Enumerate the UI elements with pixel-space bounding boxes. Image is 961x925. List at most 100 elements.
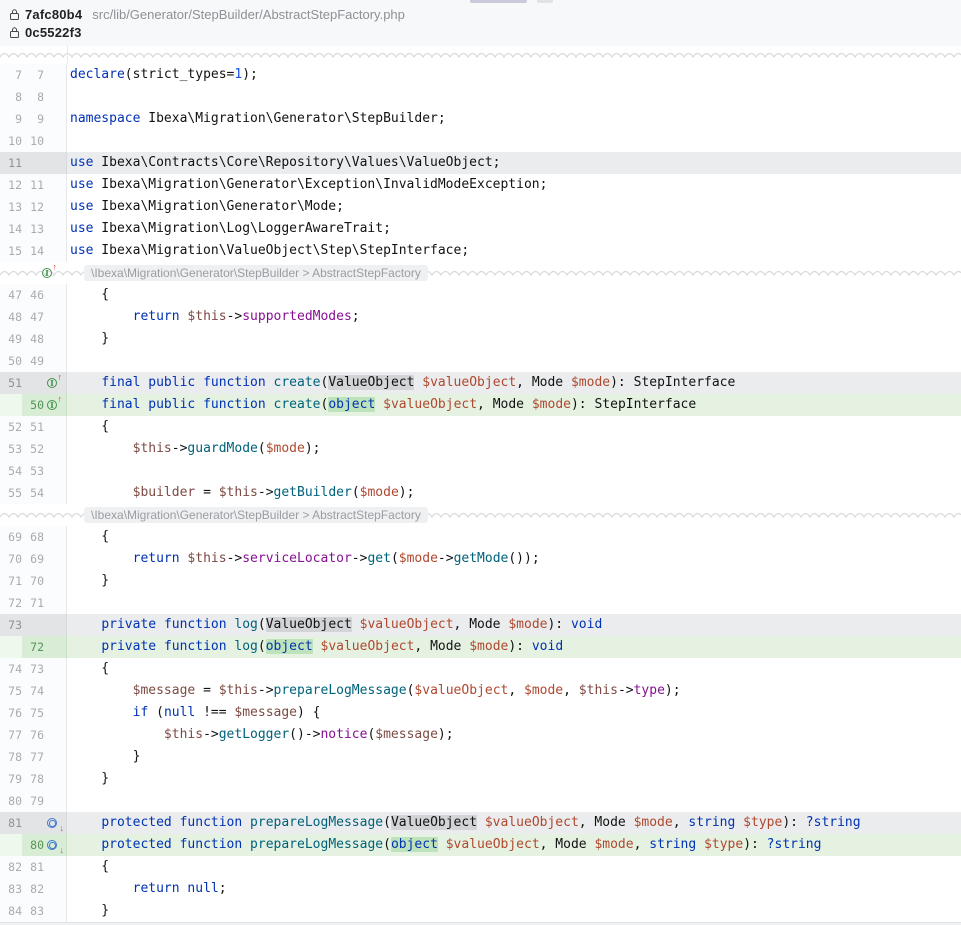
code-token: notice — [320, 727, 367, 742]
code-token — [70, 683, 133, 698]
line-number-old: 55 — [2, 486, 22, 500]
line-number-new: 79 — [24, 794, 44, 808]
diff-row-same: 4847 return $this->supportedModes; — [0, 306, 961, 328]
line-number-old: 52 — [2, 420, 22, 434]
added-word-highlight: object — [328, 397, 375, 412]
code-token: } — [70, 749, 140, 764]
interface-gutter-icon[interactable]: I↑ — [47, 398, 61, 412]
interface-gutter-icon[interactable]: I↑ — [47, 376, 61, 390]
gutter: 7877 — [0, 746, 67, 768]
removed-word-highlight: ValueObject — [391, 815, 477, 830]
diff-row-same: 6968 { — [0, 526, 961, 548]
code-token: use — [70, 155, 93, 170]
collapsed-region-separator[interactable]: \Ibexa\Migration\Generator\StepBuilder >… — [0, 504, 961, 526]
code-token: final — [101, 375, 140, 390]
code-token — [70, 441, 133, 456]
code-line: use Ibexa\Migration\Log\LoggerAwareTrait… — [67, 218, 961, 240]
code-token — [696, 837, 704, 852]
code-token: Ibexa\Contracts\Core\Repository\Values\V… — [93, 155, 500, 170]
collapsed-region-separator[interactable]: I↑ \Ibexa\Migration\Generator\StepBuilder… — [0, 262, 961, 284]
code-token: prepareLogMessage — [250, 837, 383, 852]
diff-row-same: 1211use Ibexa\Migration\Generator\Except… — [0, 174, 961, 196]
line-number-old: 11 — [2, 156, 22, 170]
code-token: $valueObject — [446, 837, 540, 852]
lock-icon — [8, 8, 21, 21]
breadcrumb-pill[interactable]: \Ibexa\Migration\Generator\StepBuilder >… — [84, 507, 428, 523]
code-token: { — [70, 287, 109, 302]
code-token — [352, 617, 360, 632]
gutter: 7069 — [0, 548, 67, 570]
diff-row-same: 8382 return null; — [0, 878, 961, 900]
code-line: private function log(object $valueObject… — [67, 636, 961, 658]
code-token — [195, 375, 203, 390]
override-gutter-icon[interactable]: ↓ — [47, 816, 61, 830]
code-token: , Mode — [540, 837, 595, 852]
code-token: Ibexa\Migration\ValueObject\Step\StepInt… — [93, 243, 469, 258]
commit-line-new: 0c5522f3 — [8, 23, 961, 41]
code-token: { — [70, 661, 109, 676]
gutter: 8483 — [0, 900, 67, 922]
code-token: string — [688, 815, 735, 830]
code-token: log — [234, 639, 257, 654]
diff-row-same: 1413use Ibexa\Migration\Log\LoggerAwareT… — [0, 218, 961, 240]
code-token: ) { — [297, 705, 320, 720]
collapsed-region-separator-top[interactable] — [0, 46, 961, 64]
code-token: ); — [242, 67, 258, 82]
line-number-old: 49 — [2, 332, 22, 346]
line-number-new: 71 — [24, 596, 44, 610]
line-number-old: 69 — [2, 530, 22, 544]
code-token: protected — [101, 815, 171, 830]
code-token: , — [563, 683, 579, 698]
line-number-old: 50 — [2, 354, 22, 368]
code-line: private function log(ValueObject $valueO… — [67, 614, 961, 636]
override-gutter-icon[interactable]: ↓ — [47, 838, 61, 852]
code-token: ); — [305, 441, 321, 456]
gutter: 4948 — [0, 328, 67, 350]
icon-arrow: ↑ — [58, 372, 63, 382]
commit-hash-new: 0c5522f3 — [25, 25, 82, 40]
diff-row-same: 7776 $this->getLogger()->notice($message… — [0, 724, 961, 746]
interface-gutter-icon[interactable]: I↑ — [42, 266, 56, 280]
code-token: ): StepInterface — [610, 375, 735, 390]
line-number-new: 81 — [24, 860, 44, 874]
code-line — [67, 790, 961, 812]
code-token — [156, 617, 164, 632]
diff-row-same: 7574 $message = $this->prepareLogMessage… — [0, 680, 961, 702]
code-token: get — [367, 551, 390, 566]
diff-row-same: 1514use Ibexa\Migration\ValueObject\Step… — [0, 240, 961, 262]
line-number-new: 11 — [24, 178, 44, 192]
code-token: $valueObject — [422, 375, 516, 390]
code-line — [67, 592, 961, 614]
code-token: ): — [547, 617, 570, 632]
code-token: , Mode — [414, 639, 469, 654]
breadcrumb-pill[interactable]: \Ibexa\Migration\Generator\StepBuilder >… — [84, 265, 428, 281]
gutter: 7574 — [0, 680, 67, 702]
line-number-old: 15 — [2, 244, 22, 258]
code-token — [70, 815, 101, 830]
code-token: protected — [101, 837, 171, 852]
line-number-old: 72 — [2, 596, 22, 610]
diff-row-added: 72 private function log(object $valueObj… — [0, 636, 961, 658]
code-token: ; — [352, 309, 360, 324]
line-number-old: 78 — [2, 750, 22, 764]
code-token: = — [195, 683, 218, 698]
code-token — [70, 551, 133, 566]
code-token: { — [70, 419, 109, 434]
code-token — [438, 837, 446, 852]
line-number-old: 70 — [2, 552, 22, 566]
code-token: function — [164, 617, 227, 632]
diff-row-same: 5352 $this->guardMode($mode); — [0, 438, 961, 460]
code-token: $mode — [508, 617, 547, 632]
code-token: $type — [743, 815, 782, 830]
code-token — [477, 815, 485, 830]
gutter: 88 — [0, 86, 67, 108]
code-token: $this — [579, 683, 618, 698]
line-number-new: 75 — [24, 706, 44, 720]
line-number-old: 71 — [2, 574, 22, 588]
line-number-new: 14 — [24, 244, 44, 258]
code-token: serviceLocator — [242, 551, 352, 566]
code-token: , — [673, 815, 689, 830]
code-token: ( — [148, 705, 164, 720]
line-number-old: 81 — [2, 816, 22, 830]
line-number-new: 50 — [24, 398, 44, 412]
